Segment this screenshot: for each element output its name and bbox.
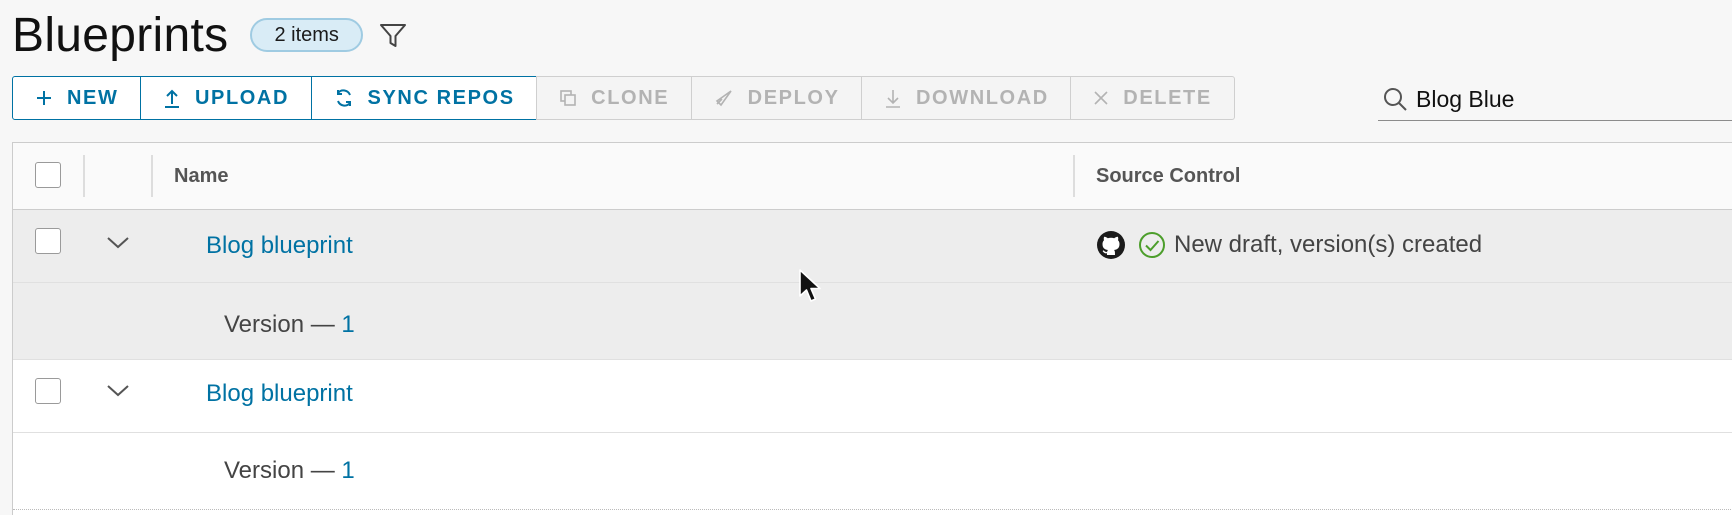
sync-repos-button-label: SYNC REPOS bbox=[367, 86, 515, 109]
page-header: Blueprints 2 items bbox=[12, 4, 411, 66]
column-divider bbox=[151, 155, 153, 197]
upload-icon bbox=[163, 88, 181, 108]
chevron-down-icon[interactable] bbox=[105, 234, 131, 252]
filter-icon[interactable] bbox=[375, 17, 411, 53]
sync-repos-button[interactable]: SYNC REPOS bbox=[310, 76, 538, 120]
mouse-cursor-icon bbox=[798, 268, 824, 309]
github-icon bbox=[1096, 230, 1126, 260]
version-label: Version — 1 bbox=[224, 457, 355, 485]
column-divider bbox=[83, 155, 85, 197]
version-number-link[interactable]: 1 bbox=[341, 457, 354, 484]
clone-icon bbox=[559, 89, 577, 107]
table-row[interactable]: Blog blueprint New draft, version(s) cre… bbox=[13, 210, 1732, 283]
blueprint-name-link[interactable]: Blog blueprint bbox=[206, 380, 353, 408]
clone-button-label: CLONE bbox=[591, 86, 670, 109]
column-divider[interactable] bbox=[1073, 155, 1075, 197]
clone-button[interactable]: CLONE bbox=[536, 76, 693, 120]
deploy-icon bbox=[714, 88, 734, 108]
version-prefix: Version — bbox=[224, 457, 342, 484]
action-toolbar: NEW UPLOAD SYNC REPOS CLONE DEPLOY DOWNL… bbox=[12, 76, 1235, 120]
sync-icon bbox=[334, 88, 354, 108]
check-circle-icon bbox=[1138, 231, 1166, 259]
upload-button[interactable]: UPLOAD bbox=[139, 76, 313, 120]
column-header-source-control[interactable]: Source Control bbox=[1096, 165, 1240, 188]
table-row[interactable]: Blog blueprint bbox=[13, 360, 1732, 433]
version-row: Version — 1 bbox=[13, 283, 1732, 360]
deploy-button-label: DEPLOY bbox=[747, 86, 840, 109]
download-button[interactable]: DOWNLOAD bbox=[861, 76, 1072, 120]
version-row: Version — 1 bbox=[13, 433, 1732, 510]
item-count-badge: 2 items bbox=[250, 18, 363, 52]
select-all-checkbox[interactable] bbox=[35, 162, 61, 188]
row-checkbox[interactable] bbox=[35, 228, 61, 254]
grid-header: Name Source Control bbox=[13, 143, 1732, 210]
download-button-label: DOWNLOAD bbox=[916, 86, 1049, 109]
column-header-name[interactable]: Name bbox=[174, 165, 228, 188]
search-icon bbox=[1382, 86, 1408, 112]
download-icon bbox=[884, 88, 902, 108]
upload-button-label: UPLOAD bbox=[194, 86, 290, 109]
plus-icon bbox=[35, 89, 53, 107]
search-box bbox=[1378, 78, 1732, 121]
page-title: Blueprints bbox=[12, 8, 229, 62]
source-control-status: New draft, version(s) created bbox=[1096, 230, 1482, 260]
version-prefix: Version — bbox=[224, 311, 342, 338]
deploy-button[interactable]: DEPLOY bbox=[690, 76, 863, 120]
close-icon bbox=[1093, 90, 1109, 106]
delete-button[interactable]: DELETE bbox=[1070, 76, 1235, 120]
version-label: Version — 1 bbox=[224, 311, 355, 339]
new-button[interactable]: NEW bbox=[12, 76, 142, 120]
blueprints-grid: Name Source Control Blog blueprint New d… bbox=[12, 142, 1732, 515]
row-checkbox[interactable] bbox=[35, 378, 61, 404]
chevron-down-icon[interactable] bbox=[105, 382, 131, 400]
delete-button-label: DELETE bbox=[1123, 86, 1212, 109]
new-button-label: NEW bbox=[67, 86, 119, 109]
search-input[interactable] bbox=[1416, 85, 1716, 113]
version-number-link[interactable]: 1 bbox=[341, 311, 354, 338]
blueprint-name-link[interactable]: Blog blueprint bbox=[206, 232, 353, 260]
source-control-status-text: New draft, version(s) created bbox=[1174, 231, 1483, 258]
